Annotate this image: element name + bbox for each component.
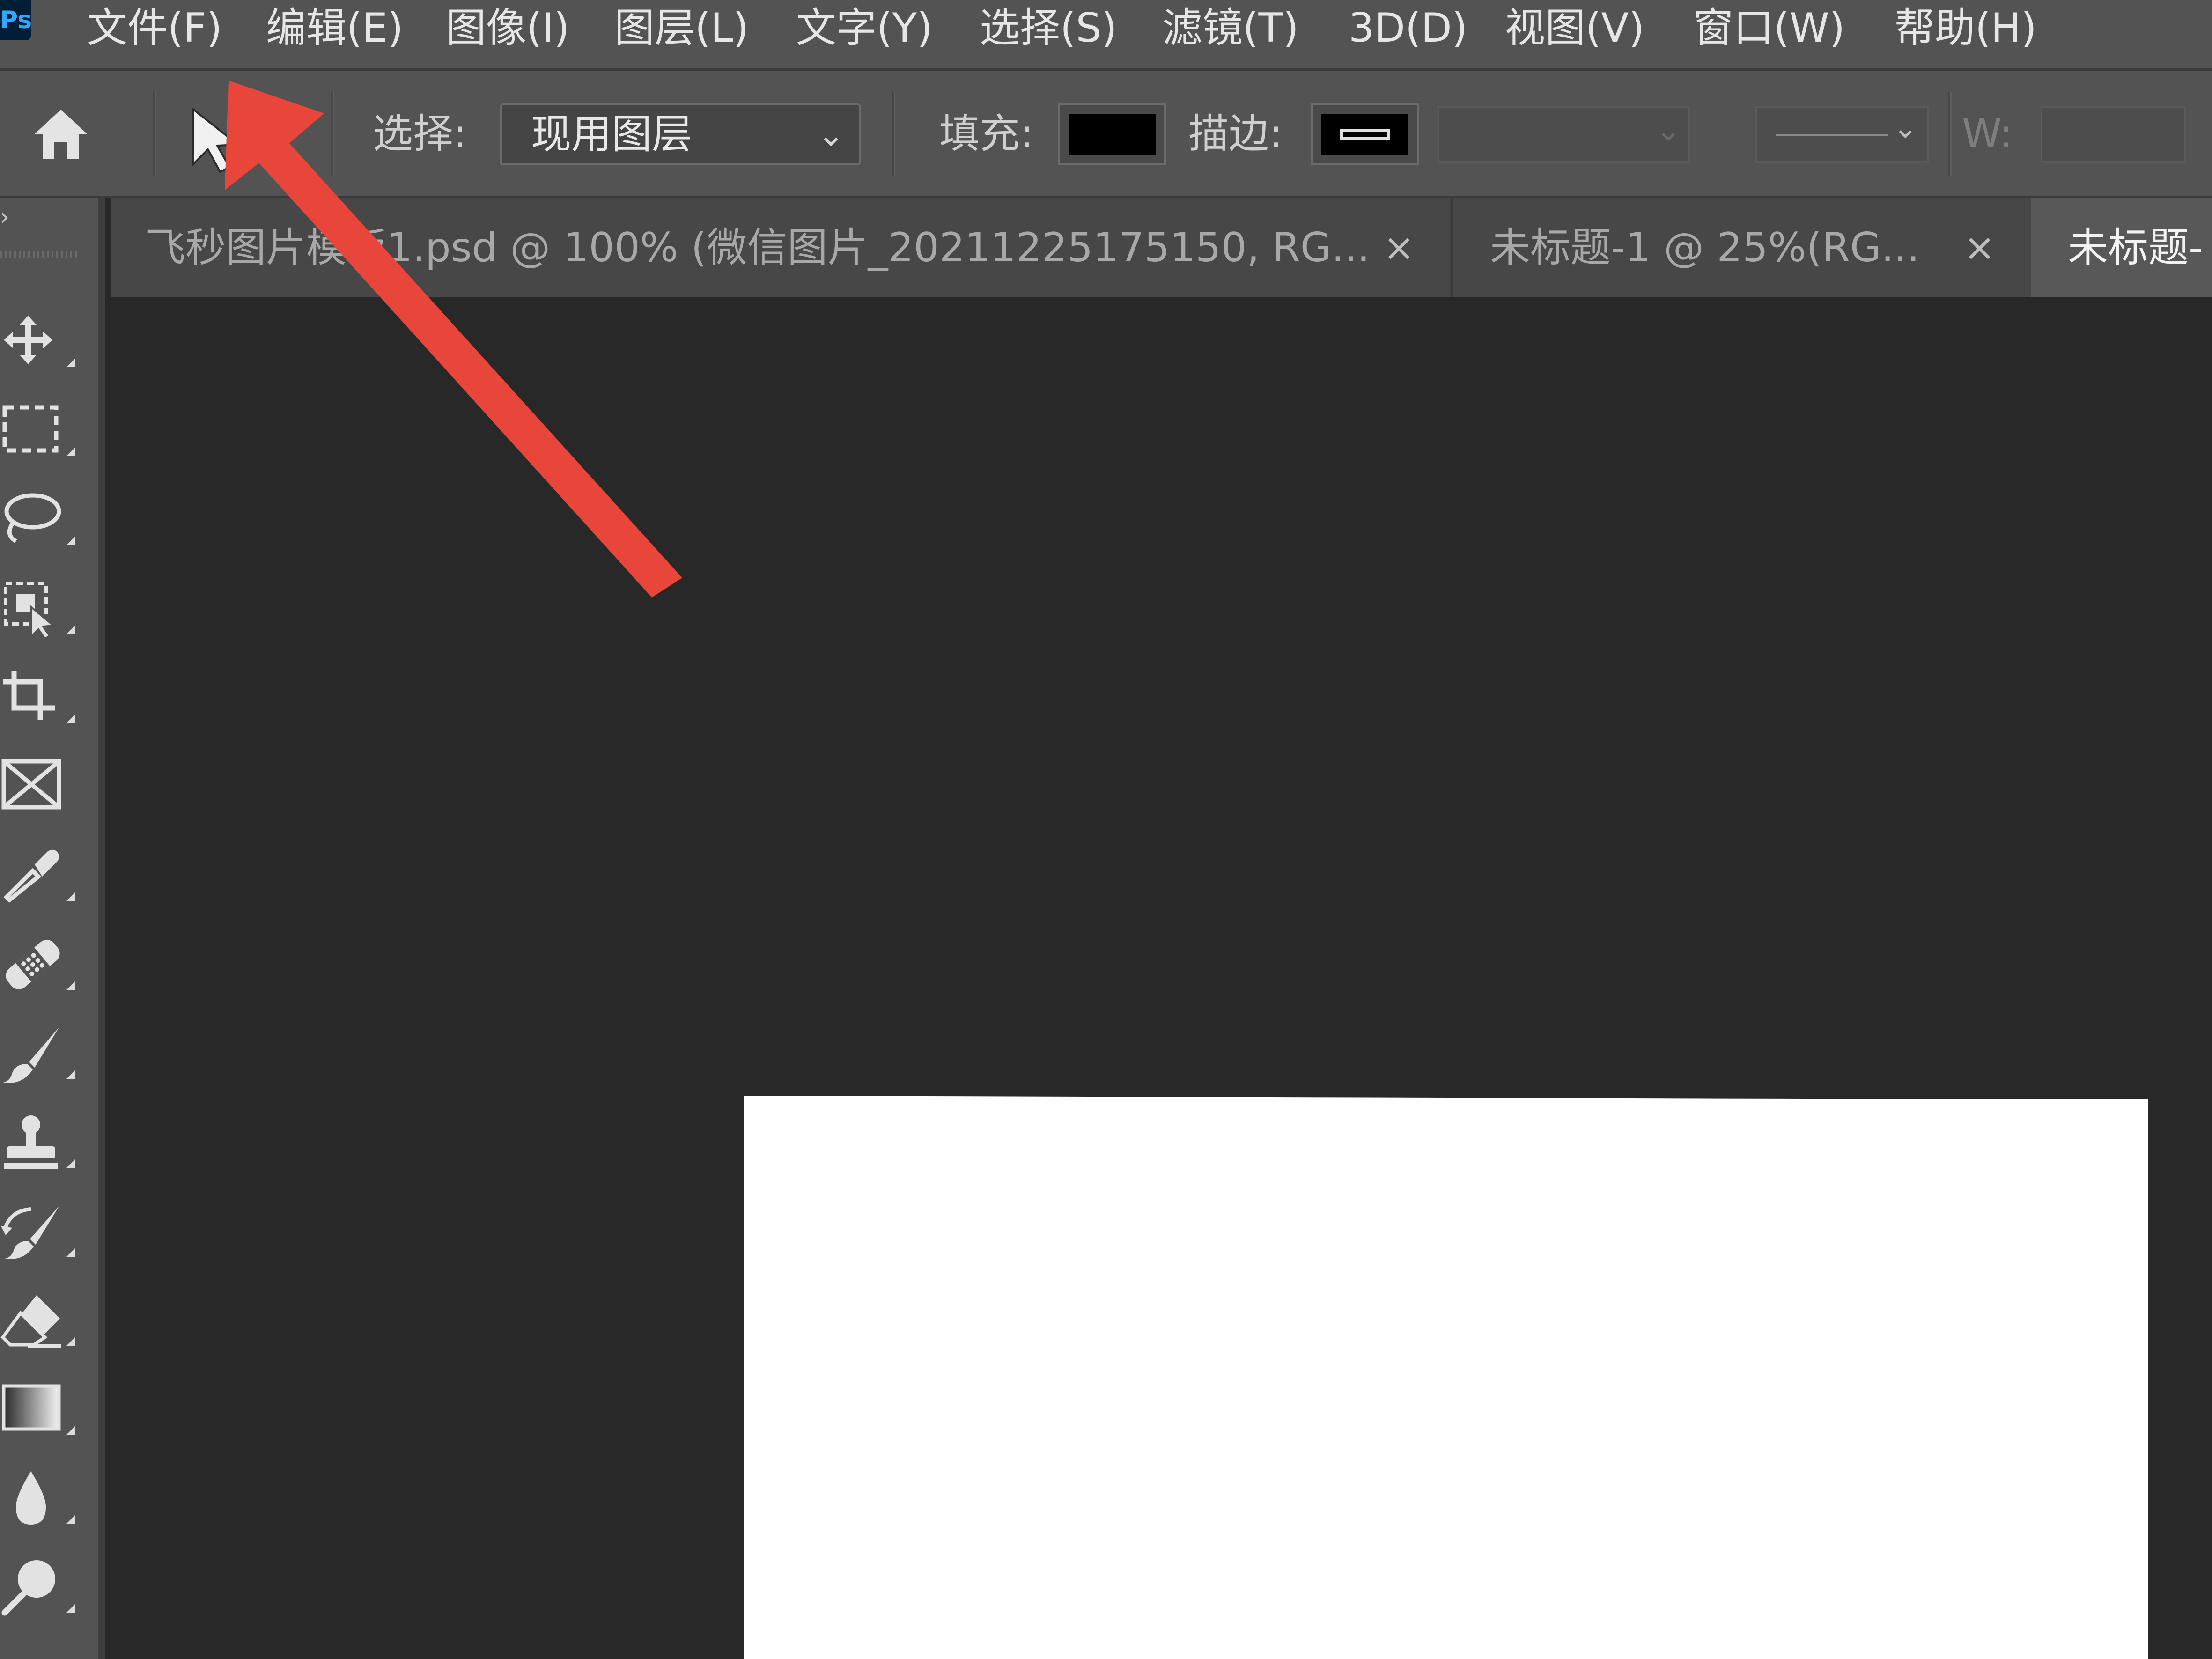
blur-icon [16,1471,46,1525]
tab-title: 飞秒图片模板1.psd @ 100% (微信图片_20211225175150,… [145,224,1370,271]
width-field[interactable] [2041,106,2186,163]
tab-document-2[interactable]: 未标题-1 @ 25%(RG... × [1451,198,2031,297]
dodge-tool[interactable] [0,1544,80,1624]
history-brush-tool[interactable] [0,1188,80,1268]
history-brush-icon [1,1206,59,1259]
menu-image[interactable]: 图像(I) [446,0,569,57]
stroke-label: 描边: [1188,111,1283,157]
brush-icon [3,1027,59,1083]
options-separator [892,92,895,176]
tab-document-1[interactable]: 飞秒图片模板1.psd @ 100% (微信图片_20211225175150,… [111,198,1450,297]
gradient-tool[interactable] [0,1366,80,1446]
close-icon[interactable]: × [1964,198,1995,297]
eyedropper-icon [3,849,59,903]
move-tool[interactable] [0,299,80,378]
menu-window[interactable]: 窗口(W) [1693,0,1845,57]
document-tab-strip: 飞秒图片模板1.psd @ 100% (微信图片_20211225175150,… [111,198,2212,297]
eyedropper-tool[interactable] [0,833,80,912]
marquee-tool[interactable] [0,388,80,467]
move-icon [4,316,52,364]
fill-swatch[interactable] [1058,103,1166,165]
close-icon[interactable]: × [1383,198,1415,297]
brush-tool[interactable] [0,1010,80,1090]
select-dropdown[interactable]: 现用图层 ⌄ [500,103,861,165]
menu-filter[interactable]: 滤镜(T) [1162,0,1299,57]
path-selection-icon[interactable] [187,103,243,174]
select-label: 选择: [373,111,467,157]
eraser-icon [0,1295,61,1348]
rectangular-marquee-icon [2,405,59,453]
clone-stamp-icon [4,1115,58,1169]
home-icon[interactable] [28,101,94,167]
lasso-icon [4,493,61,543]
fill-label: 填充: [939,111,1033,157]
panel-grip[interactable] [0,251,80,258]
menu-select[interactable]: 选择(S) [980,0,1117,57]
stroke-swatch[interactable] [1311,103,1419,165]
tab-title: 未标题- [2068,224,2204,271]
options-separator [331,92,334,176]
fill-color [1069,114,1156,155]
tab-title: 未标题-1 @ 25%(RG... [1490,224,1920,271]
tools-panel: › [0,198,105,1659]
object-selection-icon [4,582,56,640]
dodge-icon [1,1560,55,1616]
frame-icon [1,759,61,810]
select-value: 现用图层 [531,111,692,158]
clone-stamp-tool[interactable] [0,1099,80,1179]
healing-brush-tool[interactable] [0,922,80,1001]
menu-edit[interactable]: 编辑(E) [266,0,403,57]
stroke-type-dropdown[interactable]: ⌄ [1755,106,1929,163]
eraser-tool[interactable] [0,1277,80,1357]
document-canvas[interactable] [744,1096,2148,1659]
menu-3d[interactable]: 3D(D) [1349,0,1467,57]
chevron-down-icon: ⌄ [817,115,845,154]
options-bar: 选择: 现用图层 ⌄ 填充: 描边: ⌄ ⌄ W: [0,71,2212,198]
menu-file[interactable]: 文件(F) [87,0,222,57]
stroke-color [1321,114,1408,155]
collapse-arrow-icon[interactable]: › [0,198,9,236]
crop-tool[interactable] [0,655,80,734]
menu-bar: Ps 文件(F) 编辑(E) 图像(I) 图层(L) 文字(Y) 选择(S) 滤… [0,0,2212,71]
options-separator [1948,92,1952,176]
menu-view[interactable]: 视图(V) [1505,0,1644,57]
crop-icon [3,671,55,720]
menu-help[interactable]: 帮助(H) [1895,0,2037,57]
frame-tool[interactable] [0,744,80,823]
object-selection-tool[interactable] [0,566,80,645]
menu-type[interactable]: 文字(Y) [796,0,933,57]
stroke-width-field[interactable]: ⌄ [1438,106,1690,163]
options-separator [153,92,156,176]
gradient-icon [2,1384,61,1431]
lasso-tool[interactable] [0,477,80,556]
blur-tool[interactable] [0,1455,80,1535]
tab-document-active[interactable]: 未标题- [2031,198,2212,297]
photoshop-logo[interactable]: Ps [0,0,32,40]
healing-brush-icon [6,940,60,989]
menu-layer[interactable]: 图层(L) [614,0,749,57]
width-label: W: [1962,111,2013,157]
